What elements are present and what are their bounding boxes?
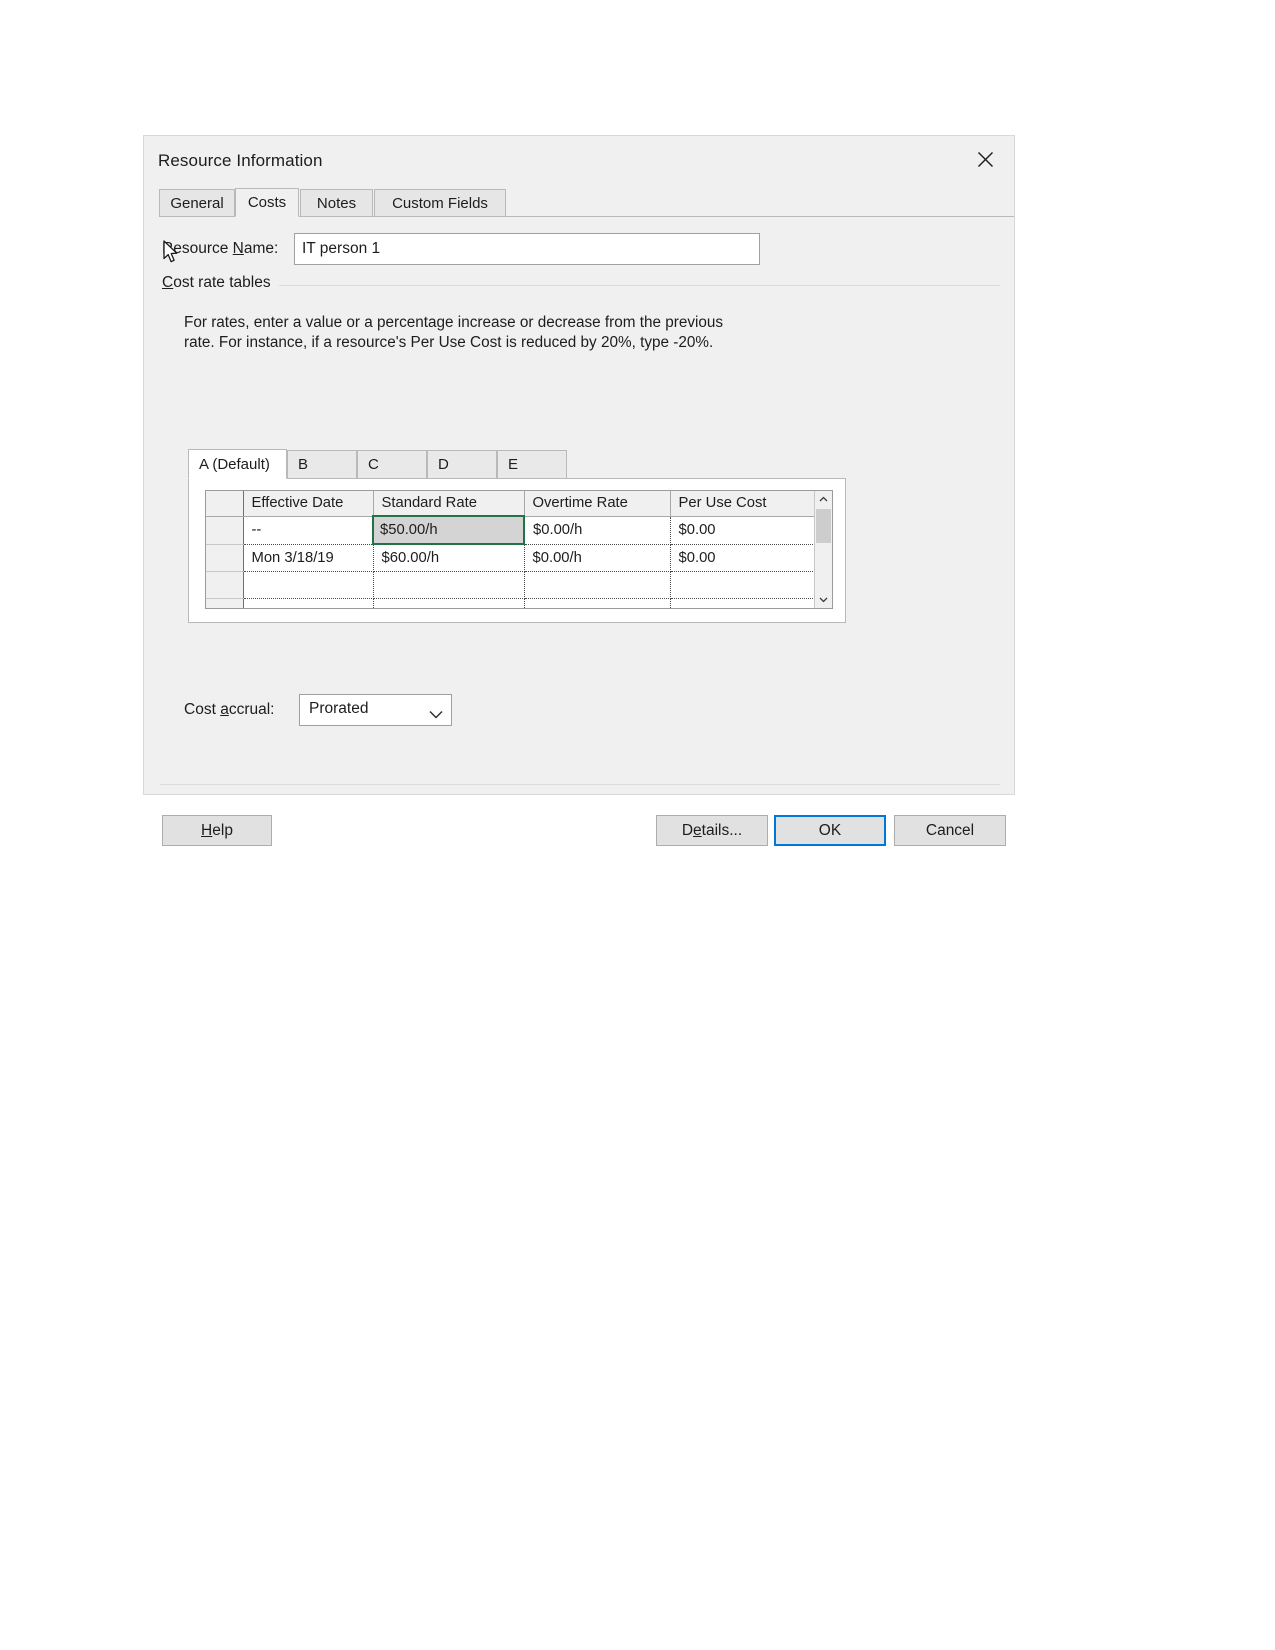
chevron-up-icon[interactable]	[815, 491, 832, 508]
help-button[interactable]: Help	[162, 815, 272, 846]
cell-standard-rate[interactable]: $50.00/h	[372, 515, 525, 545]
column-header-effective-date[interactable]: Effective Date	[243, 491, 374, 517]
cell-overtime-rate[interactable]	[524, 598, 671, 608]
scrollbar-thumb[interactable]	[816, 509, 831, 543]
cost-accrual-value: Prorated	[309, 700, 369, 717]
row-selector[interactable]	[206, 598, 244, 608]
rate-tab-e[interactable]: E	[497, 450, 567, 478]
rate-tab-b[interactable]: B	[287, 450, 357, 478]
row-selector[interactable]	[206, 571, 244, 599]
resource-name-input[interactable]	[294, 233, 760, 265]
rate-tab-d[interactable]: D	[427, 450, 497, 478]
tab-general[interactable]: General	[159, 189, 235, 216]
row-selector[interactable]	[206, 544, 244, 572]
cell-effective-date[interactable]	[243, 598, 374, 608]
cell-per-use-cost[interactable]	[670, 598, 815, 608]
cell-effective-date[interactable]	[243, 571, 374, 599]
cell-effective-date[interactable]: --	[243, 516, 374, 545]
dialog-content: Resource Name: Cost rate tables For rate…	[144, 217, 1014, 846]
grid-vertical-scrollbar[interactable]	[814, 491, 832, 608]
table-header-row: Effective Date Standard Rate Overtime Ra…	[206, 491, 815, 517]
ok-button[interactable]: OK	[774, 815, 886, 846]
cell-standard-rate[interactable]	[373, 598, 525, 608]
cost-rate-tables-label: Cost rate tables	[162, 274, 279, 292]
cell-overtime-rate[interactable]: $0.00/h	[524, 516, 671, 545]
resource-information-dialog: Resource Information General Costs Notes…	[143, 135, 1015, 846]
close-icon[interactable]	[964, 142, 1006, 176]
rate-tab-c[interactable]: C	[357, 450, 427, 478]
table-row[interactable]	[206, 571, 815, 599]
cost-accrual-select[interactable]: Prorated	[299, 694, 452, 726]
table-row[interactable]	[206, 598, 815, 608]
cost-accrual-label: Cost accrual:	[184, 701, 275, 718]
table-row[interactable]: Mon 3/18/19 $60.00/h $0.00/h $0.00	[206, 544, 815, 572]
table-row[interactable]: -- $50.00/h $0.00/h $0.00	[206, 515, 815, 545]
resource-name-label: Resource Name:	[162, 240, 279, 257]
column-header-overtime-rate[interactable]: Overtime Rate	[524, 491, 671, 517]
row-selector[interactable]	[206, 516, 244, 545]
dialog-tabstrip: General Costs Notes Custom Fields	[159, 188, 1014, 217]
cell-per-use-cost[interactable]: $0.00	[670, 544, 815, 572]
cell-overtime-rate[interactable]: $0.00/h	[524, 544, 671, 572]
cell-per-use-cost[interactable]: $0.00	[670, 516, 815, 545]
cell-per-use-cost[interactable]	[670, 571, 815, 599]
dialog-titlebar: Resource Information	[144, 136, 1014, 188]
chevron-down-icon[interactable]	[815, 591, 832, 608]
cell-overtime-rate[interactable]	[524, 571, 671, 599]
tab-notes[interactable]: Notes	[300, 189, 373, 216]
chevron-down-icon	[429, 706, 443, 724]
details-button[interactable]: De tails...	[656, 815, 768, 846]
rate-help-line-1: For rates, enter a value or a percentage…	[184, 314, 724, 331]
rate-tab-a[interactable]: A (Default)	[188, 449, 287, 479]
rate-table: Effective Date Standard Rate Overtime Ra…	[206, 491, 815, 608]
tab-custom-fields[interactable]: Custom Fields	[374, 189, 506, 216]
cancel-button[interactable]: Cancel	[894, 815, 1006, 846]
rate-help-text: For rates, enter a value or a percentage…	[184, 313, 804, 353]
tab-costs[interactable]: Costs	[235, 188, 299, 217]
dialog-title: Resource Information	[158, 151, 323, 170]
group-divider	[162, 285, 1000, 286]
cost-rate-tables-group-header: Cost rate tables	[162, 274, 1000, 294]
cell-effective-date[interactable]: Mon 3/18/19	[243, 544, 374, 572]
resource-name-row: Resource Name:	[144, 233, 1014, 267]
cell-standard-rate[interactable]: $60.00/h	[373, 544, 525, 572]
column-header-standard-rate[interactable]: Standard Rate	[373, 491, 525, 517]
rate-table-panel: Effective Date Standard Rate Overtime Ra…	[188, 478, 846, 623]
rate-help-line-2: rate. For instance, if a resource's Per …	[184, 334, 714, 351]
page-root: Resource Information General Costs Notes…	[0, 0, 1275, 1650]
cell-standard-rate[interactable]	[373, 571, 525, 599]
row-select-header[interactable]	[206, 491, 244, 517]
rate-table-grid: Effective Date Standard Rate Overtime Ra…	[205, 490, 833, 609]
column-header-per-use-cost[interactable]: Per Use Cost	[670, 491, 815, 517]
footer-divider	[160, 784, 1000, 785]
